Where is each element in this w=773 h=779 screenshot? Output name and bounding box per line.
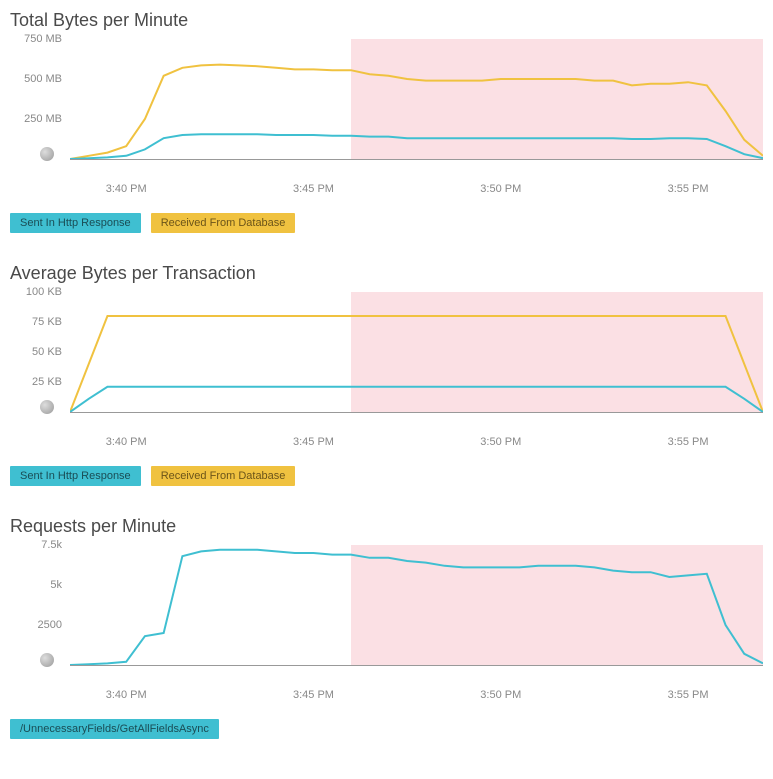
x-axis: 3:40 PM 3:45 PM 3:50 PM 3:55 PM [70, 685, 763, 705]
y-tick: 500 MB [24, 73, 62, 85]
plot-area-wrapper [70, 39, 763, 179]
y-axis: 100 KB75 KB50 KB25 KB [10, 292, 70, 412]
y-tick: 7.5k [41, 539, 62, 551]
x-tick: 3:55 PM [668, 436, 709, 448]
y-axis: 750 MB500 MB250 MB [10, 39, 70, 159]
chart-title: Total Bytes per Minute [10, 10, 763, 31]
x-axis: 3:40 PM 3:45 PM 3:50 PM 3:55 PM [70, 179, 763, 199]
chart-section-1: Average Bytes per Transaction 100 KB 75 KB… [10, 263, 763, 486]
legend: Sent In Http Response Received From Datab… [10, 466, 763, 486]
legend-item[interactable]: Sent In Http Response [10, 466, 141, 486]
x-tick: 3:45 PM [293, 436, 334, 448]
legend: Sent In Http Response Received From Datab… [10, 213, 763, 233]
x-tick: 3:55 PM [668, 689, 709, 701]
x-tick: 3:40 PM [106, 183, 147, 195]
y-tick: 75 KB [32, 316, 62, 328]
series-line [70, 134, 763, 159]
chart-section-0: Total Bytes per Minute 750 MB 500 MB 250 MB… [10, 10, 763, 233]
legend-item[interactable]: /UnnecessaryFields/GetAllFieldsAsync [10, 719, 219, 739]
plot-area-wrapper [70, 292, 763, 432]
chart-lines [70, 39, 763, 159]
plot-area-wrapper [70, 545, 763, 685]
series-line [70, 316, 763, 412]
chart-lines [70, 292, 763, 412]
y-tick: 50 KB [32, 346, 62, 358]
origin-marker-icon [40, 147, 54, 161]
y-tick: 2500 [38, 619, 62, 631]
x-tick: 3:50 PM [480, 689, 521, 701]
x-tick: 3:50 PM [480, 183, 521, 195]
x-tick: 3:55 PM [668, 183, 709, 195]
legend: /UnnecessaryFields/GetAllFieldsAsync [10, 719, 763, 739]
y-tick: 250 MB [24, 113, 62, 125]
x-tick: 3:45 PM [293, 689, 334, 701]
chart-container: 100 KB75 KB50 KB25 KB [10, 292, 763, 432]
chart-container: 7.5k5k2500 [10, 545, 763, 685]
plot-area[interactable] [70, 39, 763, 160]
series-line [70, 387, 763, 412]
x-tick: 3:40 PM [106, 436, 147, 448]
plot-area[interactable] [70, 545, 763, 666]
legend-item[interactable]: Received From Database [151, 466, 296, 486]
chart-title: Requests per Minute [10, 516, 763, 537]
legend-item[interactable]: Received From Database [151, 213, 296, 233]
x-tick: 3:50 PM [480, 436, 521, 448]
y-tick: 750 MB [24, 33, 62, 45]
chart-lines [70, 545, 763, 665]
chart-container: 750 MB500 MB250 MB [10, 39, 763, 179]
y-tick: 100 KB [26, 286, 62, 298]
x-tick: 3:40 PM [106, 689, 147, 701]
legend-item[interactable]: Sent In Http Response [10, 213, 141, 233]
series-line [70, 550, 763, 665]
x-axis: 3:40 PM 3:45 PM 3:50 PM 3:55 PM [70, 432, 763, 452]
y-tick: 5k [50, 579, 62, 591]
series-line [70, 65, 763, 159]
chart-title: Average Bytes per Transaction [10, 263, 763, 284]
x-tick: 3:45 PM [293, 183, 334, 195]
plot-area[interactable] [70, 292, 763, 413]
origin-marker-icon [40, 400, 54, 414]
chart-section-2: Requests per Minute 7.5k 5k 2500 3:40 PM 3:45… [10, 516, 763, 739]
y-tick: 25 KB [32, 376, 62, 388]
y-axis: 7.5k5k2500 [10, 545, 70, 665]
origin-marker-icon [40, 653, 54, 667]
